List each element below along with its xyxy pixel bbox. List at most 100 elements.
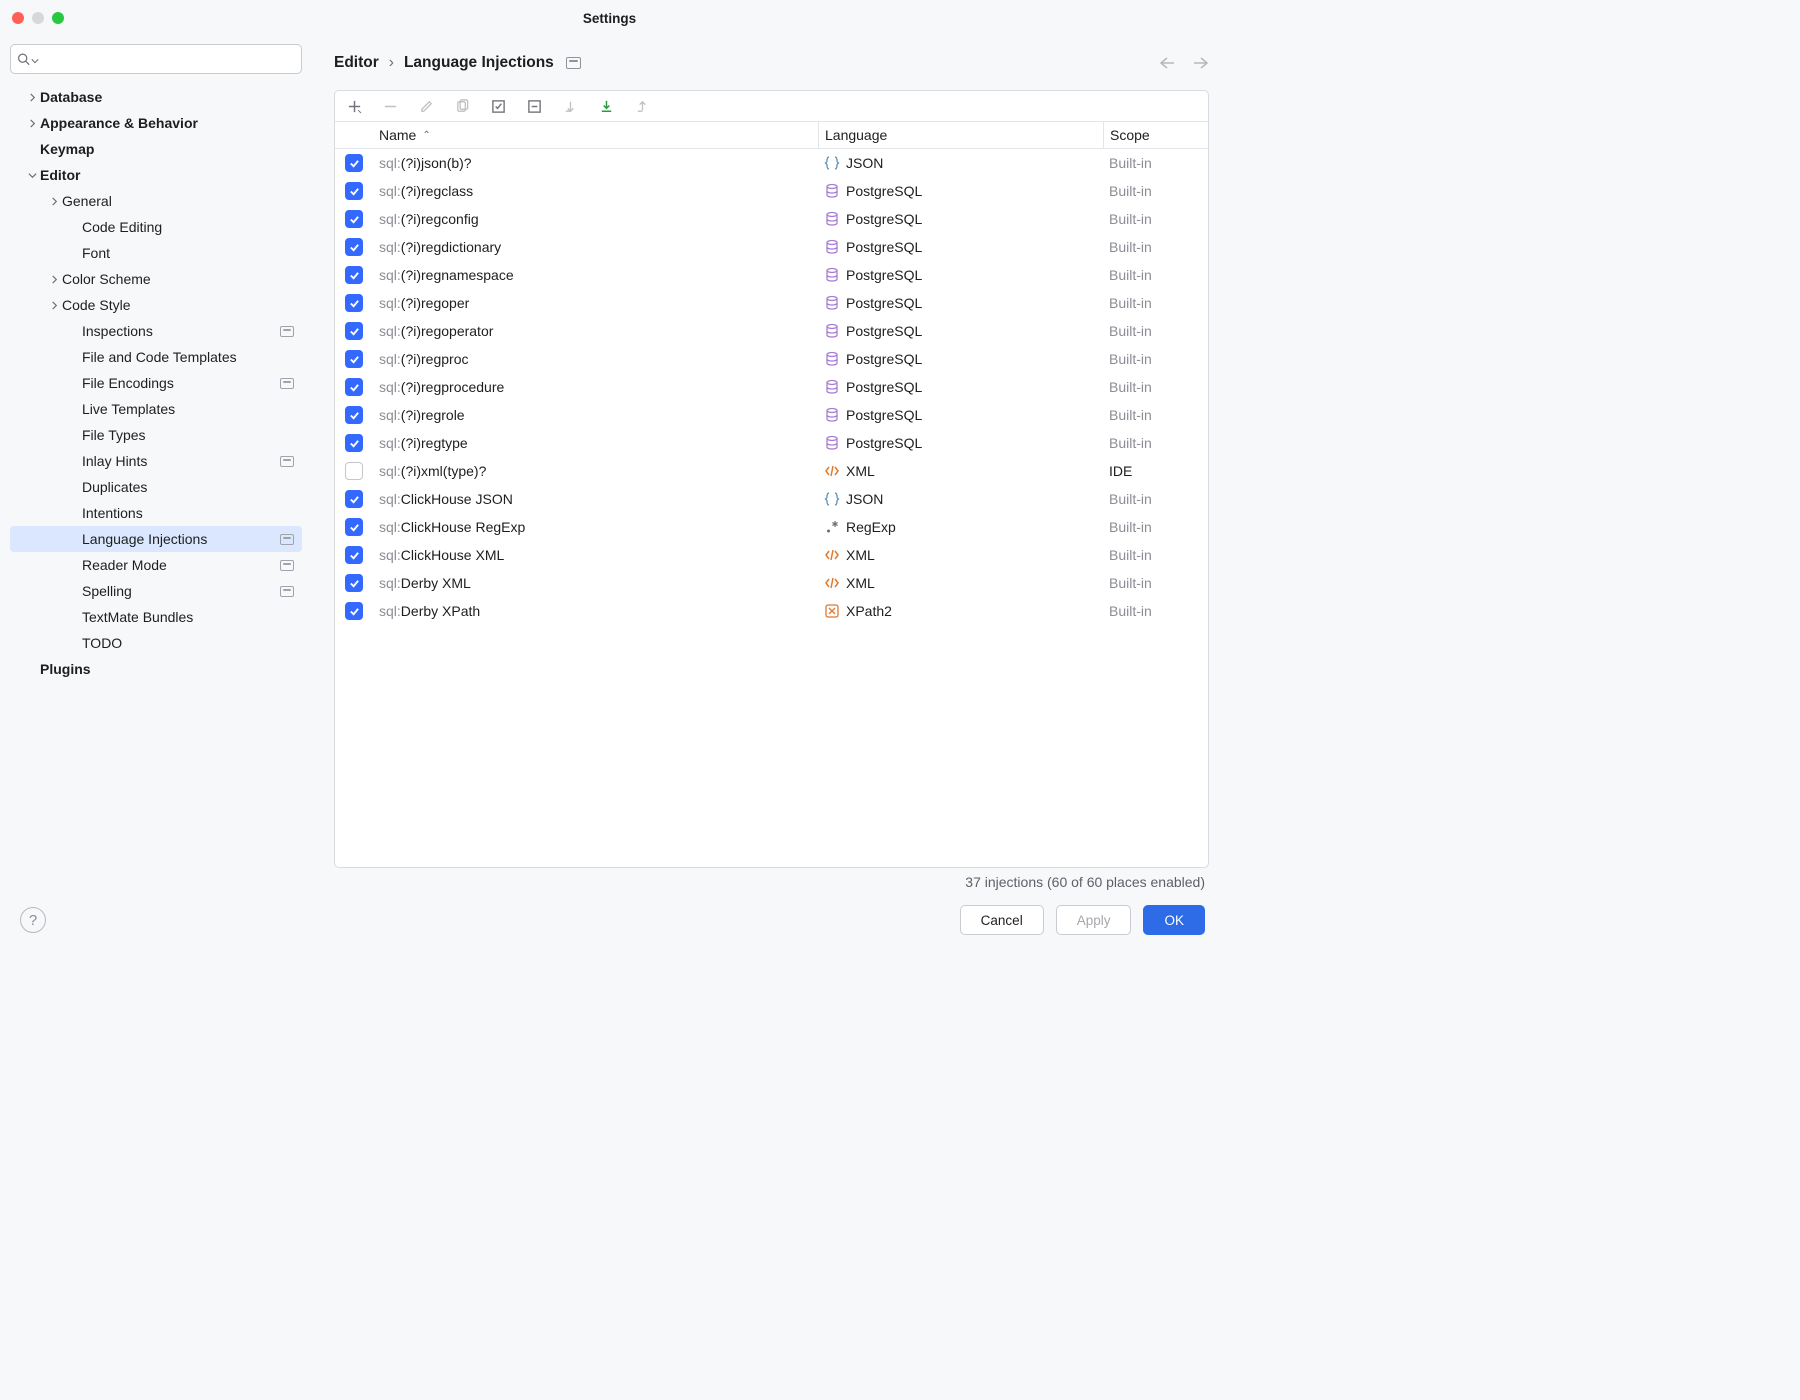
- db-icon: [824, 323, 840, 339]
- row-checkbox[interactable]: [345, 378, 363, 396]
- row-checkbox[interactable]: [345, 490, 363, 508]
- sidebar-item[interactable]: File and Code Templates: [10, 344, 302, 370]
- help-button[interactable]: ?: [20, 907, 46, 933]
- row-checkbox[interactable]: [345, 602, 363, 620]
- name-text: (?i)regproc: [401, 351, 469, 367]
- sidebar-item[interactable]: Reader Mode: [10, 552, 302, 578]
- sidebar-item[interactable]: Intentions: [10, 500, 302, 526]
- table-row[interactable]: sql: ClickHouse RegExpRegExpBuilt-in: [335, 513, 1208, 541]
- table-row[interactable]: sql: Derby XMLXMLBuilt-in: [335, 569, 1208, 597]
- scope-text: Built-in: [1103, 183, 1208, 199]
- breadcrumb-editor[interactable]: Editor: [334, 54, 379, 72]
- row-checkbox[interactable]: [345, 434, 363, 452]
- deselect-all-button[interactable]: [525, 97, 543, 115]
- scope-text: Built-in: [1103, 323, 1208, 339]
- table-row[interactable]: sql: (?i)regconfigPostgreSQLBuilt-in: [335, 205, 1208, 233]
- table-row[interactable]: sql: (?i)regoperPostgreSQLBuilt-in: [335, 289, 1208, 317]
- sidebar-item[interactable]: File Encodings: [10, 370, 302, 396]
- sidebar-item[interactable]: Appearance & Behavior: [10, 110, 302, 136]
- row-checkbox[interactable]: [345, 322, 363, 340]
- apply-button[interactable]: Apply: [1056, 905, 1132, 935]
- export-button[interactable]: [633, 97, 651, 115]
- table-row[interactable]: sql: (?i)xml(type)?XMLIDE: [335, 457, 1208, 485]
- sidebar-item[interactable]: Code Style: [10, 292, 302, 318]
- sidebar-item-label: Font: [82, 245, 302, 261]
- sidebar-item[interactable]: Code Editing: [10, 214, 302, 240]
- table-row[interactable]: sql: (?i)regprocedurePostgreSQLBuilt-in: [335, 373, 1208, 401]
- nav-forward-icon[interactable]: [1193, 56, 1209, 70]
- chevron-right-icon[interactable]: [46, 197, 62, 206]
- sidebar-item[interactable]: Keymap: [10, 136, 302, 162]
- table-row[interactable]: sql: ClickHouse XMLXMLBuilt-in: [335, 541, 1208, 569]
- table-row[interactable]: sql: Derby XPathXPath2Built-in: [335, 597, 1208, 625]
- sidebar-item[interactable]: Inspections: [10, 318, 302, 344]
- sidebar-item[interactable]: Database: [10, 84, 302, 110]
- table-row[interactable]: sql: (?i)regoperatorPostgreSQLBuilt-in: [335, 317, 1208, 345]
- ok-button[interactable]: OK: [1143, 905, 1205, 935]
- sidebar-item[interactable]: Plugins: [10, 656, 302, 682]
- sidebar-item[interactable]: Editor: [10, 162, 302, 188]
- sidebar-item[interactable]: Live Templates: [10, 396, 302, 422]
- maximize-window-button[interactable]: [52, 12, 64, 24]
- name-prefix: sql:: [379, 603, 401, 619]
- table-row[interactable]: sql: (?i)regdictionaryPostgreSQLBuilt-in: [335, 233, 1208, 261]
- table-row[interactable]: sql: (?i)regprocPostgreSQLBuilt-in: [335, 345, 1208, 373]
- remove-button[interactable]: [381, 97, 399, 115]
- sidebar-item[interactable]: Color Scheme: [10, 266, 302, 292]
- row-checkbox[interactable]: [345, 266, 363, 284]
- column-name[interactable]: Name⌃: [373, 127, 818, 143]
- chevron-down-icon[interactable]: [31, 57, 39, 65]
- row-checkbox[interactable]: [345, 238, 363, 256]
- xml-icon: [824, 463, 840, 479]
- sidebar-item[interactable]: TODO: [10, 630, 302, 656]
- db-icon: [824, 351, 840, 367]
- table-row[interactable]: sql: (?i)json(b)?JSONBuilt-in: [335, 149, 1208, 177]
- table-row[interactable]: sql: (?i)regclassPostgreSQLBuilt-in: [335, 177, 1208, 205]
- select-all-button[interactable]: [489, 97, 507, 115]
- sidebar-item[interactable]: Inlay Hints: [10, 448, 302, 474]
- row-checkbox[interactable]: [345, 154, 363, 172]
- row-checkbox[interactable]: [345, 574, 363, 592]
- sidebar-item-label: Code Style: [62, 297, 302, 313]
- column-scope[interactable]: Scope: [1103, 122, 1208, 148]
- sidebar-item[interactable]: General: [10, 188, 302, 214]
- chevron-right-icon[interactable]: [24, 119, 40, 128]
- chevron-down-icon[interactable]: [24, 171, 40, 180]
- name-text: (?i)regoper: [401, 295, 469, 311]
- language-text: PostgreSQL: [846, 211, 922, 227]
- add-button[interactable]: [345, 97, 363, 115]
- cancel-button[interactable]: Cancel: [960, 905, 1044, 935]
- table-row[interactable]: sql: (?i)regnamespacePostgreSQLBuilt-in: [335, 261, 1208, 289]
- minimize-window-button[interactable]: [32, 12, 44, 24]
- edit-button[interactable]: [417, 97, 435, 115]
- nav-back-icon[interactable]: [1159, 56, 1175, 70]
- column-language[interactable]: Language: [818, 122, 1103, 148]
- table-row[interactable]: sql: (?i)regrolePostgreSQLBuilt-in: [335, 401, 1208, 429]
- sidebar-item-label: File Types: [82, 427, 302, 443]
- close-window-button[interactable]: [12, 12, 24, 24]
- move-to-ide-button[interactable]: [561, 97, 579, 115]
- row-checkbox[interactable]: [345, 182, 363, 200]
- row-checkbox[interactable]: [345, 210, 363, 228]
- row-checkbox[interactable]: [345, 406, 363, 424]
- sidebar-item[interactable]: Language Injections: [10, 526, 302, 552]
- sidebar-item[interactable]: Spelling: [10, 578, 302, 604]
- sidebar-item[interactable]: Duplicates: [10, 474, 302, 500]
- import-button[interactable]: [597, 97, 615, 115]
- chevron-right-icon[interactable]: [46, 301, 62, 310]
- copy-button[interactable]: [453, 97, 471, 115]
- sidebar-item[interactable]: Font: [10, 240, 302, 266]
- name-text: (?i)regnamespace: [401, 267, 514, 283]
- chevron-right-icon[interactable]: [46, 275, 62, 284]
- sidebar-item[interactable]: TextMate Bundles: [10, 604, 302, 630]
- row-checkbox[interactable]: [345, 294, 363, 312]
- table-row[interactable]: sql: (?i)regtypePostgreSQLBuilt-in: [335, 429, 1208, 457]
- sidebar-item[interactable]: File Types: [10, 422, 302, 448]
- row-checkbox[interactable]: [345, 518, 363, 536]
- row-checkbox[interactable]: [345, 462, 363, 480]
- row-checkbox[interactable]: [345, 350, 363, 368]
- table-row[interactable]: sql: ClickHouse JSONJSONBuilt-in: [335, 485, 1208, 513]
- search-input[interactable]: [10, 44, 302, 74]
- chevron-right-icon[interactable]: [24, 93, 40, 102]
- row-checkbox[interactable]: [345, 546, 363, 564]
